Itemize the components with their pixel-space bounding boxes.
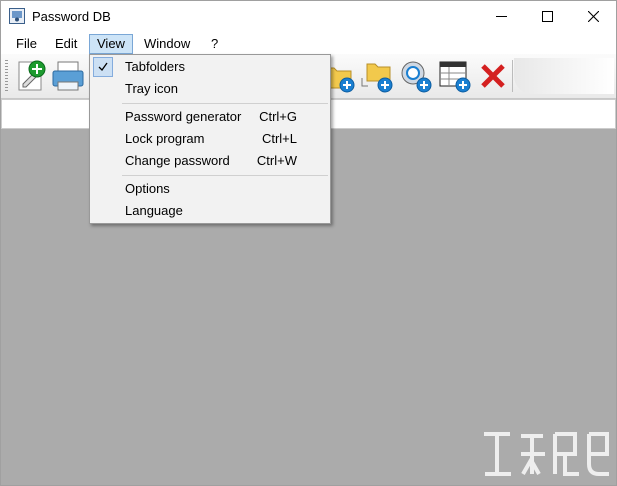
menu-item-lock-program[interactable]: Lock program Ctrl+L (91, 128, 329, 150)
menu-item-label: Change password (125, 153, 230, 168)
toolbar-separator (512, 60, 513, 92)
delete-icon[interactable] (475, 58, 511, 94)
menu-item-password-generator[interactable]: Password generator Ctrl+G (91, 106, 329, 128)
close-icon (587, 11, 599, 22)
checkmark-icon (93, 57, 113, 77)
menu-item-shortcut: Ctrl+W (256, 153, 297, 168)
menu-item-label: Lock program (125, 131, 205, 146)
menu-item-options[interactable]: Options (91, 178, 329, 200)
menu-item-tabfolders[interactable]: Tabfolders (91, 56, 329, 78)
menu-item-label: Options (125, 181, 170, 196)
title-bar[interactable]: Password DB (1, 1, 616, 32)
menu-item-label: Language (125, 203, 183, 218)
menu-edit[interactable]: Edit (48, 34, 84, 54)
menu-item-label: Tray icon (125, 81, 178, 96)
menu-item-shortcut: Ctrl+G (259, 109, 297, 124)
window-title: Password DB (32, 9, 111, 24)
menu-item-language[interactable]: Language (91, 200, 329, 222)
menu-bar: File Edit View Window ? (1, 32, 616, 54)
minimize-button[interactable] (478, 1, 524, 32)
menu-file[interactable]: File (9, 34, 44, 54)
menu-help[interactable]: ? (204, 34, 225, 54)
view-menu-dropdown: Tabfolders Tray icon Password generator … (89, 54, 331, 224)
app-icon (9, 8, 25, 24)
add-subfolder-icon[interactable] (359, 58, 395, 94)
menu-item-label: Tabfolders (125, 59, 185, 74)
app-window: Password DB File Edit View Window ? Tabf… (0, 0, 617, 486)
menu-item-tray-icon[interactable]: Tray icon (91, 78, 329, 100)
add-search-icon[interactable] (398, 58, 434, 94)
menu-view[interactable]: View (89, 34, 133, 54)
print-icon[interactable] (50, 58, 86, 94)
menu-window[interactable]: Window (137, 34, 197, 54)
menu-item-label: Password generator (125, 109, 242, 124)
maximize-icon (541, 11, 553, 22)
menu-item-shortcut: Ctrl+L (261, 131, 297, 146)
watermark-logo (484, 432, 609, 476)
maximize-button[interactable] (524, 1, 570, 32)
menu-item-change-password[interactable]: Change password Ctrl+W (91, 150, 329, 172)
minimize-icon (495, 16, 507, 17)
close-button[interactable] (570, 1, 616, 32)
toolbar-grip[interactable] (5, 60, 8, 92)
menu-separator (122, 103, 328, 104)
new-entry-icon[interactable] (13, 58, 49, 94)
menu-separator (122, 175, 328, 176)
toolbar-gradient (514, 58, 614, 94)
add-table-icon[interactable] (437, 58, 473, 94)
